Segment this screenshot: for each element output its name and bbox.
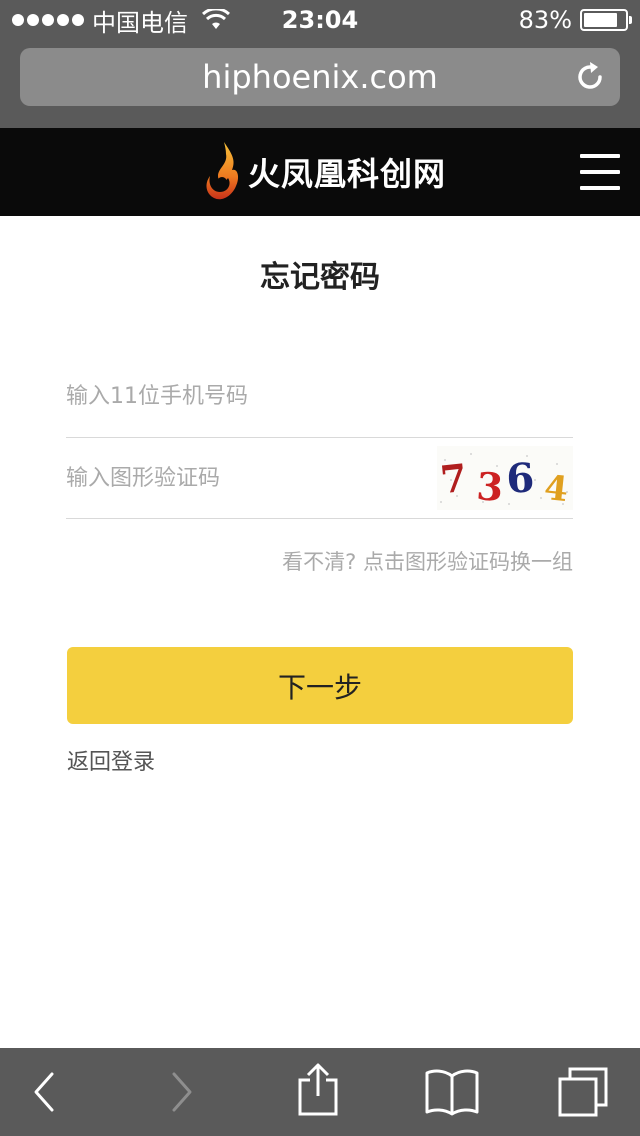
tabs-icon[interactable]	[556, 1066, 610, 1118]
reload-icon[interactable]	[574, 61, 606, 93]
address-bar[interactable]: hiphoenix.com	[20, 48, 620, 106]
captcha-digit: 6	[505, 454, 535, 502]
site-logo-text: 火凤凰科创网	[248, 155, 447, 193]
captcha-field-row: 7364	[66, 438, 573, 519]
bookmarks-icon[interactable]	[424, 1066, 480, 1118]
browser-chrome-top: 中国电信 23:04 83% hiphoenix.com	[0, 0, 640, 128]
phone-input[interactable]	[66, 384, 406, 409]
url-text[interactable]: hiphoenix.com	[20, 58, 620, 96]
captcha-input[interactable]	[66, 466, 406, 491]
battery-percent: 83%	[518, 6, 572, 34]
battery-fill	[584, 13, 617, 27]
hamburger-menu-icon[interactable]	[580, 154, 620, 190]
browser-toolbar	[0, 1048, 640, 1136]
share-icon[interactable]	[296, 1062, 340, 1118]
next-step-button[interactable]: 下一步	[67, 647, 573, 724]
site-header: 火凤凰科创网	[0, 128, 640, 216]
phoenix-flame-icon	[206, 142, 239, 200]
battery-icon	[580, 9, 632, 31]
phone-field-row	[66, 358, 573, 438]
site-logo[interactable]: 火凤凰科创网	[202, 140, 446, 204]
captcha-image[interactable]: 7364	[437, 446, 573, 510]
page-title: 忘记密码	[260, 260, 380, 295]
forward-icon	[172, 1072, 192, 1112]
status-bar: 中国电信 23:04 83%	[0, 0, 640, 40]
back-to-login-link[interactable]: 返回登录	[67, 744, 155, 776]
captcha-digit: 7	[438, 455, 469, 503]
status-right: 83%	[518, 6, 632, 34]
captcha-refresh-hint: 看不清? 点击图形验证码换一组	[282, 550, 573, 574]
back-icon[interactable]	[28, 1068, 58, 1116]
captcha-digit: 4	[542, 468, 570, 510]
captcha-digit: 3	[475, 463, 505, 510]
